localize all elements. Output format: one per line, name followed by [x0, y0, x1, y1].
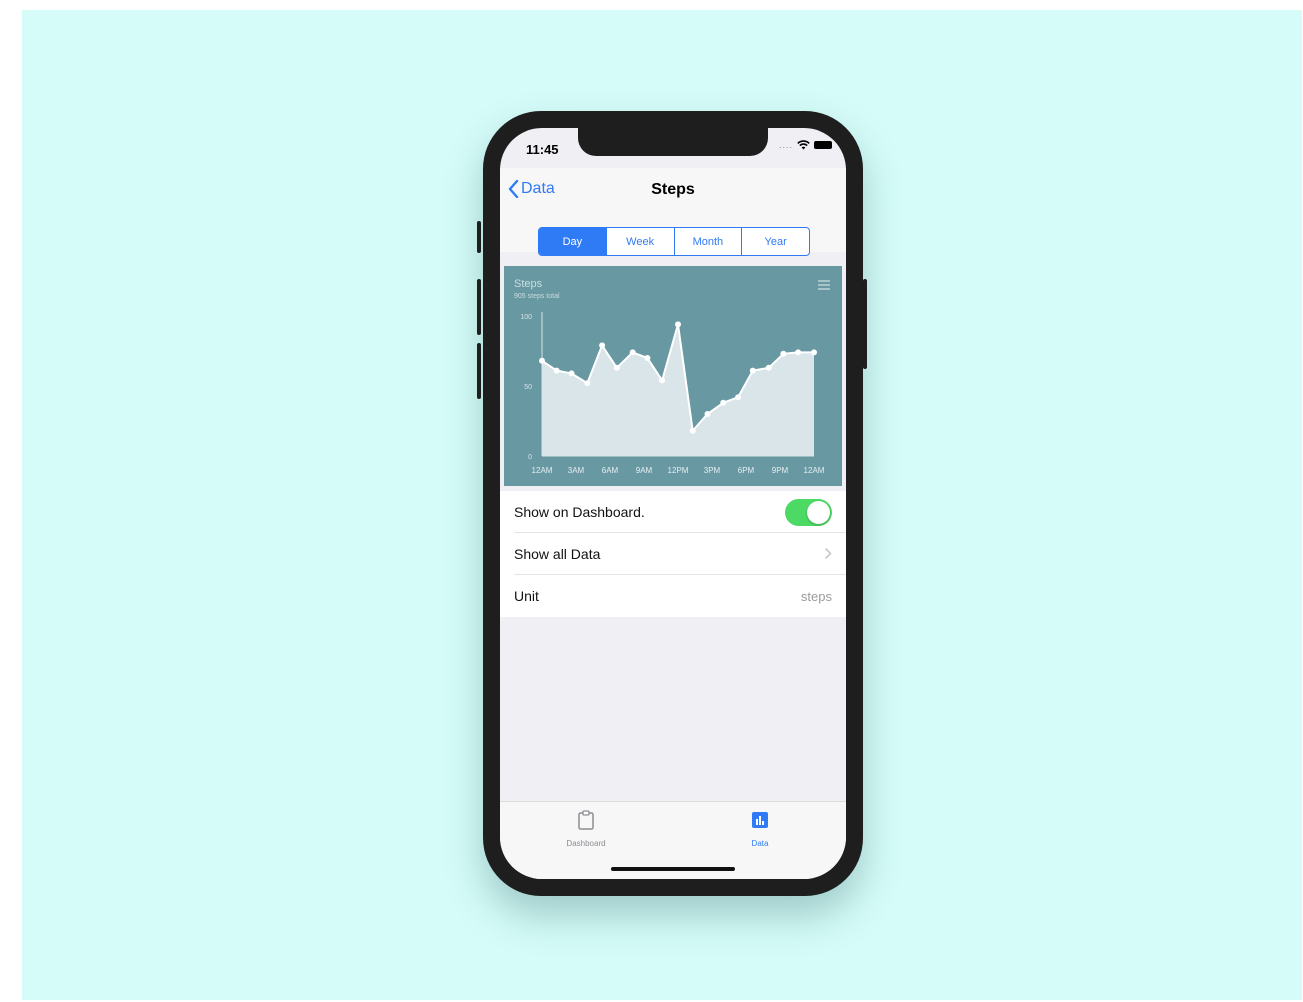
signal-icon: .... — [778, 140, 793, 150]
unit-value: steps — [800, 588, 832, 604]
show-all-data-label: Show all Data — [514, 546, 601, 562]
chart-title: Steps — [514, 278, 543, 290]
y-tick-label: 50 — [524, 384, 532, 391]
data-point — [749, 367, 756, 374]
data-point — [644, 355, 651, 361]
segment-year[interactable]: Year — [741, 228, 809, 255]
show-all-data-row[interactable]: Show all Data — [500, 533, 846, 575]
segment-day[interactable]: Day — [539, 228, 606, 255]
y-tick-label: 100 — [520, 314, 532, 321]
x-tick-label: 6AM — [602, 466, 619, 475]
volume-up-button — [477, 279, 481, 335]
time-range-segmented-control: Day Week Month Year — [538, 227, 810, 256]
y-tick-label: 0 — [528, 454, 532, 461]
wifi-icon — [797, 140, 810, 150]
page-title: Steps — [651, 181, 695, 198]
data-point — [795, 349, 802, 356]
phone-screen: 11:45 .... Data Steps Day Week Month Yea… — [500, 128, 846, 879]
chart-subtitle: 905 steps total — [514, 293, 560, 300]
chart-menu-icon[interactable] — [818, 280, 830, 292]
tab-data[interactable]: Data — [710, 810, 810, 848]
home-indicator — [611, 867, 735, 871]
status-icons: .... — [779, 140, 832, 150]
clipboard-icon — [578, 810, 594, 830]
data-point — [568, 370, 575, 377]
phone-frame: 11:45 .... Data Steps Day Week Month Yea… — [477, 111, 867, 896]
mute-switch — [477, 221, 481, 253]
bar-chart-icon — [752, 812, 768, 828]
x-tick-label: 12AM — [532, 466, 553, 475]
chevron-right-icon — [824, 547, 832, 560]
data-point — [780, 350, 787, 357]
series-area — [542, 324, 814, 456]
x-tick-label: 12PM — [668, 466, 689, 475]
data-point — [720, 399, 727, 406]
segment-month[interactable]: Month — [673, 228, 742, 255]
x-tick-label: 12AM — [804, 466, 825, 475]
notch — [578, 128, 768, 156]
tab-dashboard-label: Dashboard — [566, 839, 606, 848]
unit-label: Unit — [514, 588, 539, 604]
data-point — [599, 342, 606, 349]
power-button — [863, 279, 867, 369]
data-point — [553, 367, 560, 374]
battery-icon — [814, 141, 832, 149]
x-tick-label: 9PM — [772, 466, 789, 475]
data-point — [704, 411, 711, 417]
data-point — [811, 349, 817, 356]
data-point — [629, 349, 636, 356]
x-tick-label: 3AM — [568, 466, 585, 475]
navigation-bar: Data Steps Day Week Month Year — [500, 168, 846, 256]
data-point — [735, 394, 742, 401]
x-tick-label: 6PM — [738, 466, 755, 475]
status-time: 11:45 — [526, 142, 559, 157]
show-on-dashboard-row: Show on Dashboard. — [500, 491, 846, 533]
x-tick-label: 9AM — [636, 466, 653, 475]
toggle-knob — [807, 501, 830, 524]
data-point — [765, 364, 772, 371]
data-point — [613, 364, 620, 371]
data-point — [689, 427, 696, 434]
segment-week[interactable]: Week — [605, 228, 674, 255]
data-point — [675, 321, 681, 328]
volume-down-button — [477, 343, 481, 399]
tab-data-label: Data — [751, 839, 769, 848]
show-on-dashboard-label: Show on Dashboard. — [514, 504, 645, 520]
x-tick-label: 3PM — [704, 466, 721, 475]
unit-row[interactable]: Unit steps — [500, 575, 846, 617]
data-point — [539, 357, 545, 364]
data-point — [659, 377, 666, 384]
steps-chart: 0 50 100 12AM 3AM 6AM 9AM 12PM 3PM 6PM 9PM 12AM Ste… — [504, 266, 842, 486]
tab-dashboard[interactable]: Dashboard — [536, 810, 636, 848]
settings-list: Show on Dashboard. Show all Data Unit st… — [500, 491, 846, 617]
data-point — [584, 380, 591, 387]
show-on-dashboard-toggle[interactable] — [785, 499, 832, 526]
